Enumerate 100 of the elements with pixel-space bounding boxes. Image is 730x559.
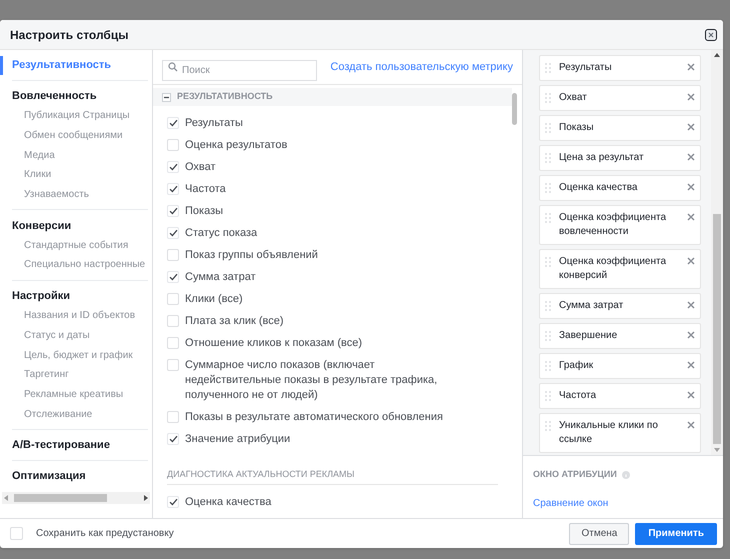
metric-label: Показ группы объявлений: [185, 248, 318, 262]
nav-item[interactable]: A/B-тестирование: [12, 436, 148, 455]
remove-button[interactable]: [687, 63, 695, 71]
drag-handle-icon[interactable]: [545, 421, 551, 431]
checkbox[interactable]: [167, 160, 179, 172]
cancel-button[interactable]: Отмена: [569, 522, 630, 544]
compare-windows-link[interactable]: Сравнение окон: [533, 496, 608, 510]
column-card[interactable]: Охват: [539, 85, 701, 111]
column-name: Оценка качества: [559, 181, 638, 195]
column-card[interactable]: Сумма затрат: [539, 293, 701, 319]
checkbox[interactable]: [10, 527, 23, 540]
column-name: График: [559, 359, 594, 373]
drag-handle-icon[interactable]: [545, 183, 551, 193]
metric-label: Статус показа: [185, 226, 258, 240]
apply-button[interactable]: Применить: [635, 522, 717, 544]
checkbox[interactable]: [167, 226, 179, 238]
search-field[interactable]: Поиск: [162, 60, 318, 80]
checkbox[interactable]: [167, 358, 179, 370]
collapse-icon[interactable]: [162, 92, 171, 102]
scroll-down-icon: [714, 448, 720, 452]
column-card[interactable]: Оценка коэффициента конверсий: [539, 249, 701, 289]
remove-button[interactable]: [687, 123, 695, 131]
info-icon[interactable]: [622, 470, 630, 479]
close-button[interactable]: [705, 28, 717, 40]
column-card[interactable]: Оценка коэффициента вовлеченности: [539, 205, 701, 245]
create-metric-link[interactable]: Создать пользовательскую метрику: [330, 58, 513, 76]
column-name: Оценка коэффициента вовлеченности: [559, 211, 668, 239]
checkbox[interactable]: [167, 182, 179, 194]
section-title: ОКНО АТРИБУЦИИ: [533, 468, 617, 481]
checkmark-icon: [168, 272, 178, 280]
checkbox[interactable]: [167, 336, 179, 348]
close-icon: [687, 257, 695, 265]
drag-handle-icon[interactable]: [545, 93, 551, 103]
checkmark-icon: [168, 434, 178, 442]
remove-button[interactable]: [687, 421, 695, 429]
close-icon: [687, 421, 695, 429]
checkbox[interactable]: [167, 410, 179, 422]
checkbox[interactable]: [167, 248, 179, 260]
drag-handle-icon[interactable]: [545, 391, 551, 401]
drag-handle-icon[interactable]: [545, 63, 551, 73]
column-name: Оценка коэффициента конверсий: [559, 255, 668, 283]
metric-label: Отношение кликов к показам (все): [185, 336, 362, 350]
remove-button[interactable]: [687, 213, 695, 221]
checkbox[interactable]: [167, 314, 179, 326]
column-card[interactable]: График: [539, 353, 701, 379]
metric-label: Охват: [185, 160, 216, 174]
checkmark-icon: [168, 184, 178, 192]
drag-handle-icon[interactable]: [545, 257, 551, 267]
nav-item[interactable]: Конверсии: [12, 216, 148, 236]
scrollbar-thumb[interactable]: [14, 494, 107, 502]
checkbox[interactable]: [167, 204, 179, 216]
checkbox[interactable]: [167, 292, 179, 304]
remove-button[interactable]: [687, 257, 695, 265]
close-icon: [687, 361, 695, 369]
close-icon: [687, 123, 695, 131]
column-name: Охват: [559, 91, 588, 105]
metric-label: Клики (все): [185, 292, 243, 306]
drag-handle-icon[interactable]: [545, 213, 551, 223]
checkbox[interactable]: [167, 138, 179, 150]
close-icon: [708, 32, 714, 38]
scroll-left-icon: [4, 495, 8, 501]
checkbox[interactable]: [167, 116, 179, 128]
remove-button[interactable]: [687, 361, 695, 369]
close-icon: [687, 213, 695, 221]
column-card[interactable]: Уникальные клики по ссылке: [539, 413, 701, 453]
remove-button[interactable]: [687, 183, 695, 191]
checkmark-icon: [168, 228, 178, 236]
remove-button[interactable]: [687, 153, 695, 161]
drag-handle-icon[interactable]: [545, 361, 551, 371]
checkbox[interactable]: [167, 496, 179, 508]
drag-handle-icon[interactable]: [545, 153, 551, 163]
nav-item[interactable]: Вовлеченность: [12, 87, 148, 106]
scrollbar-thumb[interactable]: [713, 214, 721, 444]
nav-item[interactable]: Результативность: [12, 56, 148, 75]
checkbox[interactable]: [167, 432, 179, 444]
column-card[interactable]: Результаты: [539, 55, 701, 81]
column-card[interactable]: Оценка качества: [539, 175, 701, 201]
column-name: Уникальные клики по ссылке: [559, 419, 659, 447]
metric-label: Частота: [185, 182, 226, 196]
column-card[interactable]: Цена за результат: [539, 145, 701, 171]
drag-handle-icon[interactable]: [545, 301, 551, 311]
drag-handle-icon[interactable]: [545, 331, 551, 341]
scrollbar-thumb[interactable]: [512, 93, 517, 125]
column-card[interactable]: Частота: [539, 383, 701, 409]
drag-handle-icon[interactable]: [545, 123, 551, 133]
nav-item[interactable]: Оптимизация: [12, 466, 148, 486]
remove-button[interactable]: [687, 391, 695, 399]
column-name: Показы: [559, 121, 595, 135]
nav-item[interactable]: Настройки: [12, 286, 148, 306]
remove-button[interactable]: [687, 331, 695, 339]
horizontal-scrollbar[interactable]: [2, 492, 150, 504]
close-icon: [687, 391, 695, 399]
checkmark-icon: [168, 206, 178, 214]
remove-button[interactable]: [687, 301, 695, 309]
dialog-title: Настроить столбцы: [10, 26, 128, 44]
column-card[interactable]: Завершение: [539, 323, 701, 349]
checkbox[interactable]: [167, 270, 179, 282]
column-card[interactable]: Показы: [539, 115, 701, 141]
checkmark-icon: [168, 162, 178, 170]
remove-button[interactable]: [687, 93, 695, 101]
